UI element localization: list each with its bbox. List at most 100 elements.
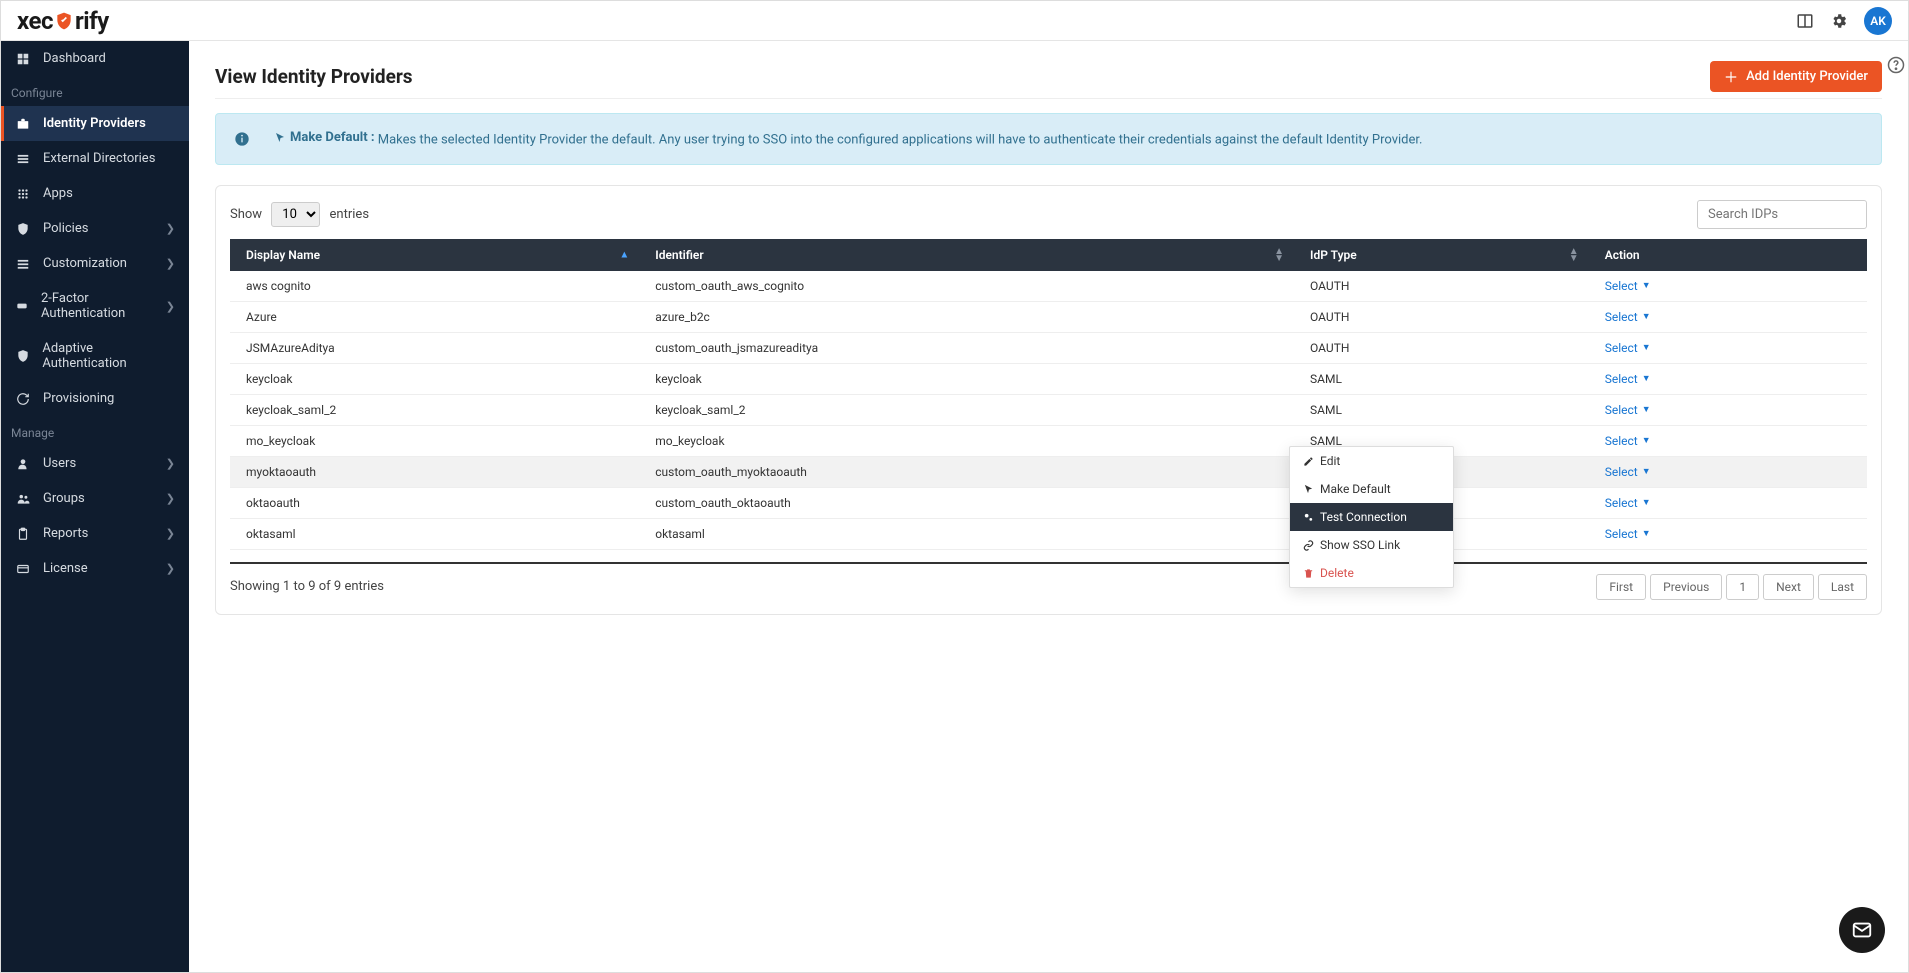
sidebar-item-external-directories[interactable]: External Directories [1,141,189,176]
select-action[interactable]: Select ▼ [1605,310,1651,324]
sort-icon: ▲ [619,251,629,258]
sidebar-item-label: License [43,561,88,576]
mail-fab[interactable] [1839,907,1885,953]
chevron-right-icon: ❯ [166,300,175,313]
info-text: Make Default : Makes the selected Identi… [274,130,1422,148]
sidebar-item-identity-providers[interactable]: Identity Providers [1,106,189,141]
sidebar-item-apps[interactable]: Apps [1,176,189,211]
cell-identifier: keycloak [639,363,1294,394]
col-idp-type[interactable]: IdP Type▲▼ [1294,239,1589,271]
info-icon [234,131,250,147]
caret-down-icon: ▼ [1642,435,1651,446]
cell-display-name: keycloak [230,363,639,394]
table-footer: Showing 1 to 9 of 9 entries First Previo… [230,562,1867,600]
cell-idp-type: OAUTH [1294,271,1589,302]
grid-icon [15,187,31,201]
table-row: JSMAzureAdityacustom_oauth_jsmazureadity… [230,332,1867,363]
edit-icon [1302,456,1314,467]
sidebar-section-configure: Configure [1,76,189,106]
shield-icon [15,349,30,363]
sidebar-item-users[interactable]: Users ❯ [1,446,189,481]
caret-down-icon: ▼ [1642,404,1651,415]
page-last[interactable]: Last [1818,574,1867,600]
caret-down-icon: ▼ [1642,342,1651,353]
select-action[interactable]: Select ▼ [1605,434,1651,448]
caret-down-icon: ▼ [1642,311,1651,322]
cursor-icon [1302,484,1314,495]
sidebar-item-reports[interactable]: Reports ❯ [1,516,189,551]
table-row: aws cognitocustom_oauth_aws_cognitoOAUTH… [230,271,1867,302]
sidebar-section-manage: Manage [1,416,189,446]
page-title: View Identity Providers [215,65,413,88]
dropdown-make-default[interactable]: Make Default [1290,475,1453,503]
search-input[interactable] [1697,200,1867,229]
add-identity-provider-button[interactable]: Add Identity Provider [1710,61,1882,92]
dropdown-test-connection[interactable]: Test Connection [1290,503,1453,531]
topbar: xec rify AK [1,1,1908,41]
chevron-right-icon: ❯ [166,222,175,235]
cell-display-name: aws cognito [230,271,639,302]
cell-identifier: keycloak_saml_2 [639,394,1294,425]
col-display-name[interactable]: Display Name▲ [230,239,639,271]
sidebar-item-groups[interactable]: Groups ❯ [1,481,189,516]
page-size-select[interactable]: 10 [271,202,320,227]
sliders-icon [15,257,31,271]
cell-identifier: custom_oauth_oktaoauth [639,487,1294,518]
table-row: mo_keycloakmo_keycloakSAMLSelect ▼ [230,425,1867,456]
shield-check-icon [15,222,31,236]
dropdown-show-sso[interactable]: Show SSO Link [1290,531,1453,559]
chevron-right-icon: ❯ [166,527,175,540]
chevron-right-icon: ❯ [166,492,175,505]
entries-label: entries [330,207,370,222]
sort-icon: ▲▼ [1569,248,1579,262]
chevron-right-icon: ❯ [166,562,175,575]
dropdown-edit[interactable]: Edit [1290,447,1453,475]
cell-display-name: myoktaoauth [230,456,639,487]
col-action: Action [1589,239,1867,271]
page-next[interactable]: Next [1763,574,1814,600]
cell-display-name: JSMAzureAditya [230,332,639,363]
book-icon[interactable] [1796,12,1814,30]
cell-identifier: custom_oauth_jsmazureaditya [639,332,1294,363]
table-row: keycloakkeycloakSAMLSelect ▼ [230,363,1867,394]
sidebar-item-license[interactable]: License ❯ [1,551,189,586]
cell-display-name: oktaoauth [230,487,639,518]
sidebar-item-label: Dashboard [43,51,106,66]
caret-down-icon: ▼ [1642,373,1651,384]
link-icon [1302,540,1314,551]
page-header: View Identity Providers Add Identity Pro… [215,61,1882,92]
select-action[interactable]: Select ▼ [1605,527,1651,541]
select-action[interactable]: Select ▼ [1605,465,1651,479]
select-action[interactable]: Select ▼ [1605,372,1651,386]
page-first[interactable]: First [1596,574,1646,600]
sidebar-item-dashboard[interactable]: Dashboard [1,41,189,76]
select-action[interactable]: Select ▼ [1605,403,1651,417]
gear-icon[interactable] [1830,12,1848,30]
help-icon[interactable] [1887,56,1905,74]
idp-table: Display Name▲ Identifier▲▼ IdP Type▲▼ Ac… [230,239,1867,550]
dropdown-delete[interactable]: Delete [1290,559,1453,587]
pagination: First Previous 1 Next Last [1596,574,1867,600]
caret-down-icon: ▼ [1642,280,1651,291]
sidebar-item-policies[interactable]: Policies ❯ [1,211,189,246]
sidebar-item-label: Identity Providers [43,116,146,131]
sidebar-item-label: Provisioning [43,391,114,406]
select-action[interactable]: Select ▼ [1605,496,1651,510]
brand-logo[interactable]: xec rify [17,7,109,35]
page-1[interactable]: 1 [1726,574,1759,600]
page-prev[interactable]: Previous [1650,574,1722,600]
users-icon [15,492,31,506]
select-action[interactable]: Select ▼ [1605,279,1651,293]
sidebar-item-2fa[interactable]: 2-Factor Authentication ❯ [1,281,189,331]
clipboard-icon [15,527,31,541]
sidebar-item-provisioning[interactable]: Provisioning [1,381,189,416]
sidebar-item-adaptive-auth[interactable]: Adaptive Authentication [1,331,189,381]
avatar[interactable]: AK [1864,7,1892,35]
select-action[interactable]: Select ▼ [1605,341,1651,355]
briefcase-icon [15,117,31,131]
action-dropdown: Edit Make Default Test Connection Show S… [1289,446,1454,588]
sidebar-item-customization[interactable]: Customization ❯ [1,246,189,281]
plus-icon [1724,70,1738,84]
key-icon [15,299,29,313]
col-identifier[interactable]: Identifier▲▼ [639,239,1294,271]
